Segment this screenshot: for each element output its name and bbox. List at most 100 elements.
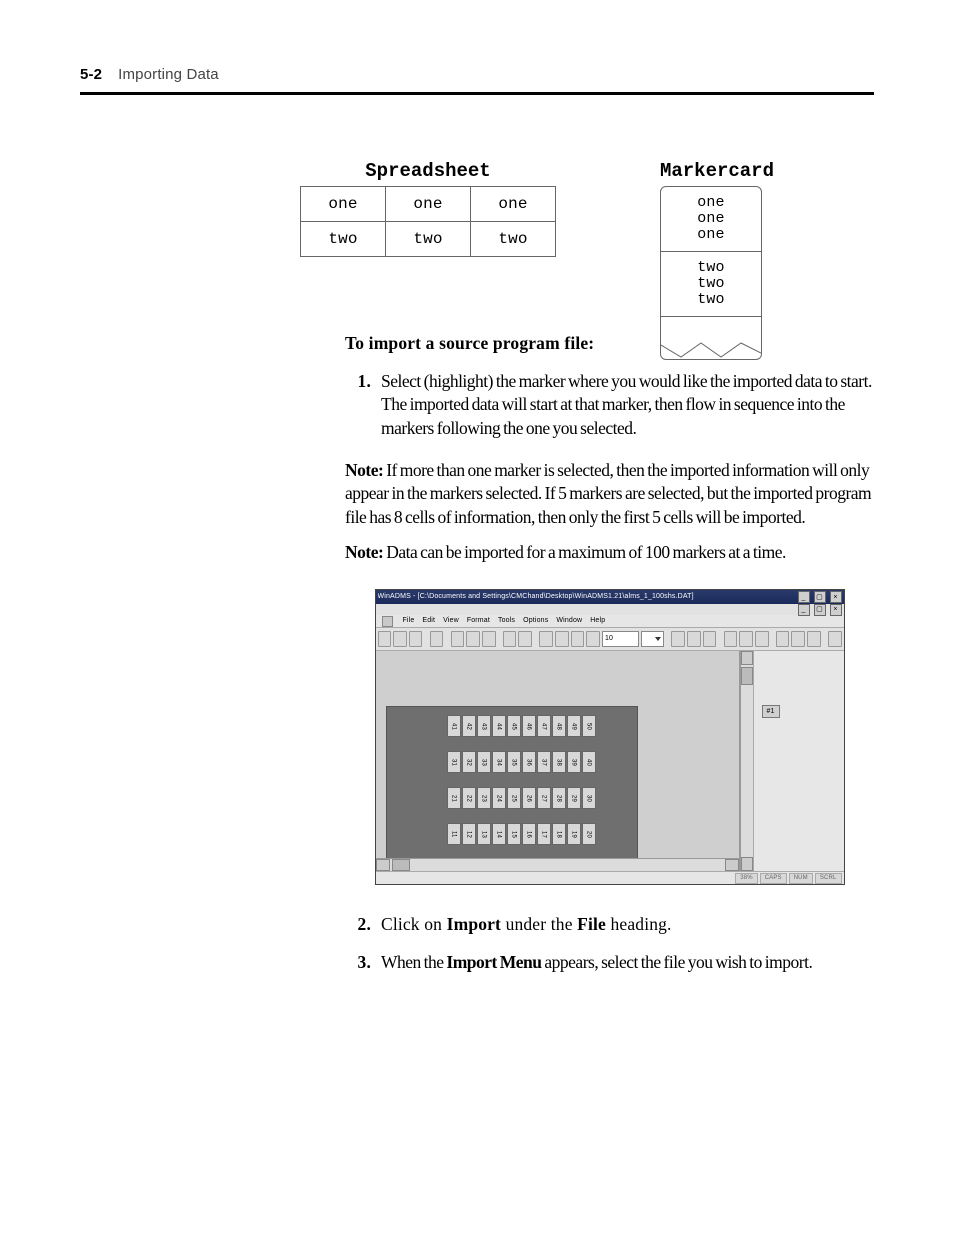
marker[interactable]: 14 <box>492 823 506 845</box>
marker[interactable]: 40 <box>582 751 596 773</box>
marker[interactable]: 44 <box>492 715 506 737</box>
tool-preview-icon[interactable] <box>807 631 821 647</box>
marker[interactable]: 23 <box>477 787 491 809</box>
scroll-thumb[interactable] <box>741 667 753 685</box>
combo-2[interactable] <box>641 631 664 647</box>
menu-file[interactable]: File <box>403 616 415 625</box>
marker[interactable]: 19 <box>567 823 581 845</box>
menu-help[interactable]: Help <box>590 616 605 625</box>
marker[interactable]: 48 <box>552 715 566 737</box>
menu-edit[interactable]: Edit <box>422 616 435 625</box>
marker[interactable]: 28 <box>552 787 566 809</box>
marker[interactable]: 39 <box>567 751 581 773</box>
menu-view[interactable]: View <box>443 616 459 625</box>
status-caps: CAPS <box>760 873 787 884</box>
markercard-line: one <box>697 211 724 227</box>
tool-grid-icon[interactable] <box>776 631 790 647</box>
scroll-thumb[interactable] <box>392 859 410 871</box>
cell: one <box>471 187 556 222</box>
canvas[interactable]: 41 42 43 44 45 46 47 48 49 50 <box>376 651 739 858</box>
marker[interactable]: 12 <box>462 823 476 845</box>
mdi-restore-icon[interactable]: ▢ <box>814 604 826 616</box>
menu-options[interactable]: Options <box>523 616 548 625</box>
menu-format[interactable]: Format <box>467 616 490 625</box>
scroll-up-icon[interactable] <box>741 651 753 665</box>
tool-open-icon[interactable] <box>393 631 407 647</box>
tool-zoomout-icon[interactable] <box>555 631 569 647</box>
vertical-scrollbar[interactable] <box>740 651 753 871</box>
tool-underline-icon[interactable] <box>755 631 769 647</box>
zoom-combo[interactable]: 10 <box>602 631 640 647</box>
menu-window[interactable]: Window <box>556 616 582 625</box>
marker[interactable]: 47 <box>537 715 551 737</box>
marker[interactable]: 13 <box>477 823 491 845</box>
marker[interactable]: 46 <box>522 715 536 737</box>
marker[interactable]: 41 <box>447 715 461 737</box>
tool-print-icon[interactable] <box>430 631 444 647</box>
client-area: 41 42 43 44 45 46 47 48 49 50 <box>376 651 844 871</box>
marker[interactable]: 37 <box>537 751 551 773</box>
cell: two <box>386 222 471 257</box>
tool-align-right-icon[interactable] <box>703 631 717 647</box>
marker[interactable]: 24 <box>492 787 506 809</box>
marker[interactable]: 32 <box>462 751 476 773</box>
step-text: Select (highlight) the marker where you … <box>381 370 874 441</box>
minimize-icon[interactable]: _ <box>798 591 810 603</box>
horizontal-scrollbar[interactable] <box>376 858 739 871</box>
tool-zoom100-icon[interactable] <box>586 631 600 647</box>
menu-tools[interactable]: Tools <box>498 616 515 625</box>
marker[interactable]: 17 <box>537 823 551 845</box>
marker[interactable]: 16 <box>522 823 536 845</box>
marker[interactable]: 22 <box>462 787 476 809</box>
marker[interactable]: 30 <box>582 787 596 809</box>
scroll-right-icon[interactable] <box>725 859 739 871</box>
tool-bold-icon[interactable] <box>724 631 738 647</box>
tool-align-left-icon[interactable] <box>671 631 685 647</box>
marker[interactable]: 49 <box>567 715 581 737</box>
tool-redo-icon[interactable] <box>518 631 532 647</box>
right-panel-label[interactable]: #1 <box>762 705 780 718</box>
maximize-icon[interactable]: ▢ <box>814 591 826 603</box>
status-scrl: SCRL <box>815 873 842 884</box>
spreadsheet-figure: Spreadsheet one one one two two two <box>300 160 556 360</box>
tool-paste-icon[interactable] <box>482 631 496 647</box>
marker[interactable]: 15 <box>507 823 521 845</box>
marker[interactable]: 35 <box>507 751 521 773</box>
tool-zoomin-icon[interactable] <box>539 631 553 647</box>
scroll-down-icon[interactable] <box>741 857 753 871</box>
mdi-minimize-icon[interactable]: _ <box>798 604 810 616</box>
tool-italic-icon[interactable] <box>739 631 753 647</box>
marker[interactable]: 25 <box>507 787 521 809</box>
tool-zoomfit-icon[interactable] <box>571 631 585 647</box>
markercard-line: two <box>697 260 724 276</box>
note-1: Note: If more than one marker is selecte… <box>345 459 874 530</box>
tool-markers-icon[interactable] <box>791 631 805 647</box>
tool-undo-icon[interactable] <box>503 631 517 647</box>
marker[interactable]: 11 <box>447 823 461 845</box>
marker[interactable]: 31 <box>447 751 461 773</box>
marker[interactable]: 26 <box>522 787 536 809</box>
marker[interactable]: 50 <box>582 715 596 737</box>
marker[interactable]: 42 <box>462 715 476 737</box>
tool-cut-icon[interactable] <box>451 631 465 647</box>
marker[interactable]: 29 <box>567 787 581 809</box>
marker[interactable]: 33 <box>477 751 491 773</box>
marker[interactable]: 20 <box>582 823 596 845</box>
marker[interactable]: 45 <box>507 715 521 737</box>
marker[interactable]: 21 <box>447 787 461 809</box>
close-icon[interactable]: × <box>830 591 842 603</box>
mdi-close-icon[interactable]: × <box>830 604 842 616</box>
tool-save-icon[interactable] <box>409 631 423 647</box>
canvas-wrap: 41 42 43 44 45 46 47 48 49 50 <box>376 651 740 871</box>
tool-help-icon[interactable] <box>828 631 842 647</box>
marker[interactable]: 18 <box>552 823 566 845</box>
marker[interactable]: 34 <box>492 751 506 773</box>
marker[interactable]: 36 <box>522 751 536 773</box>
tool-new-icon[interactable] <box>378 631 392 647</box>
marker[interactable]: 43 <box>477 715 491 737</box>
scroll-left-icon[interactable] <box>376 859 390 871</box>
marker[interactable]: 27 <box>537 787 551 809</box>
marker[interactable]: 38 <box>552 751 566 773</box>
tool-copy-icon[interactable] <box>466 631 480 647</box>
tool-align-center-icon[interactable] <box>687 631 701 647</box>
